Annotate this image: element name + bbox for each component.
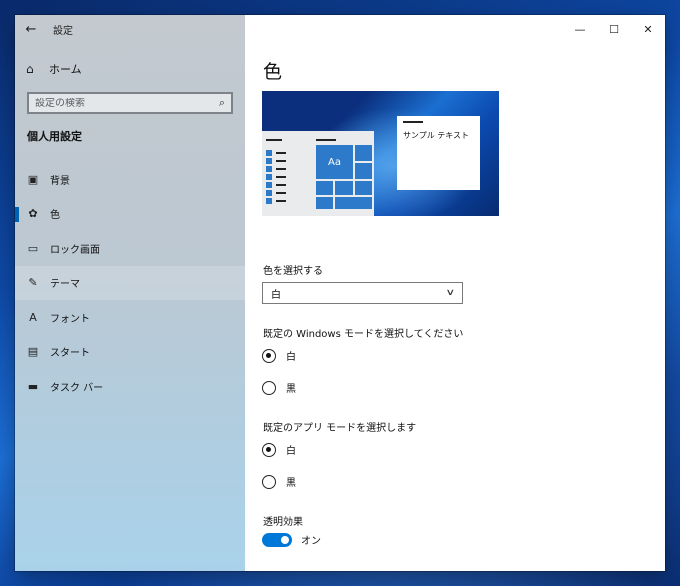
toggle-knob: [281, 535, 289, 544]
sidebar-item-taskbar[interactable]: ▬ タスク バー: [15, 369, 245, 404]
color-preview: Aa サンプル テキスト: [262, 91, 499, 216]
transparency-toggle[interactable]: オン: [262, 532, 321, 547]
settings-window: ← 設定 ⌂ ホーム ⌕ 個人用設定 ▣ 背景 ✿ 色 ▭ ロック画面: [15, 15, 665, 571]
sidebar-item-label: スタート: [50, 348, 90, 360]
radio-label: 黒: [286, 384, 296, 395]
preview-tile: [355, 163, 372, 179]
search-box[interactable]: ⌕: [27, 92, 233, 114]
sidebar: ← 設定 ⌂ ホーム ⌕ 個人用設定 ▣ 背景 ✿ 色 ▭ ロック画面: [15, 15, 245, 571]
transparency-label: 透明効果: [263, 517, 303, 528]
home-icon: ⌂: [26, 62, 34, 76]
sidebar-item-fonts[interactable]: A フォント: [15, 300, 245, 335]
font-icon: A: [29, 310, 37, 324]
app-mode-light-radio[interactable]: 白: [262, 442, 296, 457]
toggle-track[interactable]: [262, 532, 292, 547]
preview-tile: [355, 145, 372, 161]
sidebar-item-start[interactable]: ▤ スタート: [15, 335, 245, 370]
selection-indicator: [15, 206, 19, 222]
radio-label: 白: [286, 446, 296, 457]
start-tiles-icon: ▤: [27, 345, 39, 359]
picture-icon: ▣: [27, 172, 39, 186]
home-label: ホーム: [49, 63, 82, 76]
sidebar-nav: ▣ 背景 ✿ 色 ▭ ロック画面 ✎ テーマ A フォント ▤ スタート ▬ タ…: [15, 162, 245, 404]
preview-list-row: [266, 157, 286, 165]
search-input[interactable]: [35, 97, 205, 109]
title-bar-left: ← 設定: [15, 15, 245, 43]
preview-tile: [316, 181, 333, 195]
radio-circle[interactable]: [262, 474, 276, 489]
sidebar-item-label: ロック画面: [50, 244, 100, 256]
preview-list-row: [266, 165, 286, 173]
preview-tile: [335, 181, 353, 195]
sidebar-item-themes[interactable]: ✎ テーマ: [15, 265, 245, 300]
color-select-label: 色を選択する: [263, 266, 323, 277]
app-title: 設定: [53, 25, 73, 37]
sidebar-item-home[interactable]: ⌂ ホーム: [15, 57, 245, 81]
preview-tile: [355, 181, 372, 195]
radio-circle-checked[interactable]: [262, 442, 276, 457]
sidebar-item-background[interactable]: ▣ 背景: [15, 162, 245, 197]
preview-tile: [335, 197, 372, 209]
preview-window: サンプル テキスト: [397, 116, 480, 190]
preview-list-row: [266, 197, 286, 205]
chevron-down-icon: ∨: [445, 288, 456, 298]
preview-list-row: [266, 189, 286, 197]
preview-start-menu: Aa: [262, 131, 374, 216]
radio-label: 黒: [286, 478, 296, 489]
taskbar-icon: ▬: [27, 379, 39, 393]
radio-circle[interactable]: [262, 380, 276, 395]
preview-app-list: [266, 149, 286, 205]
back-arrow-icon[interactable]: ←: [15, 15, 47, 43]
sidebar-item-label: タスク バー: [50, 382, 104, 394]
sidebar-item-label: テーマ: [50, 279, 80, 291]
search-icon[interactable]: ⌕: [219, 96, 225, 110]
preview-line: [316, 139, 336, 141]
windows-mode-dark-radio[interactable]: 黒: [262, 380, 296, 395]
page-title: 色: [263, 61, 283, 83]
preview-tile-aa: Aa: [316, 145, 353, 179]
preview-list-row: [266, 149, 286, 157]
windows-mode-label: 既定の Windows モードを選択してください: [263, 329, 464, 340]
radio-label: 白: [286, 352, 296, 363]
app-mode-dark-radio[interactable]: 黒: [262, 474, 296, 489]
color-select-dropdown[interactable]: 白 ∨: [262, 282, 463, 304]
sidebar-item-colors[interactable]: ✿ 色: [15, 197, 245, 232]
radio-circle-checked[interactable]: [262, 348, 276, 363]
sidebar-item-label: 色: [50, 210, 60, 222]
preview-line: [266, 139, 282, 141]
preview-window-bar: [403, 121, 423, 123]
color-select-value: 白: [271, 289, 281, 301]
toggle-state-label: オン: [301, 536, 321, 547]
theme-brush-icon: ✎: [28, 276, 38, 290]
sidebar-item-label: フォント: [50, 313, 90, 325]
preview-list-row: [266, 173, 286, 181]
sidebar-item-lock-screen[interactable]: ▭ ロック画面: [15, 231, 245, 266]
preview-sample-text: サンプル テキスト: [403, 131, 470, 140]
lock-screen-icon: ▭: [27, 241, 39, 255]
section-title: 個人用設定: [27, 130, 82, 143]
main-content: 色 Aa サンプル テキスト 色を選択する 白 ∨ 既定の Windows モー…: [245, 15, 665, 571]
preview-tile: [316, 197, 333, 209]
windows-mode-light-radio[interactable]: 白: [262, 348, 296, 363]
palette-icon: ✿: [28, 207, 38, 221]
app-mode-label: 既定のアプリ モードを選択します: [263, 423, 417, 434]
sidebar-item-label: 背景: [50, 175, 70, 187]
preview-list-row: [266, 181, 286, 189]
